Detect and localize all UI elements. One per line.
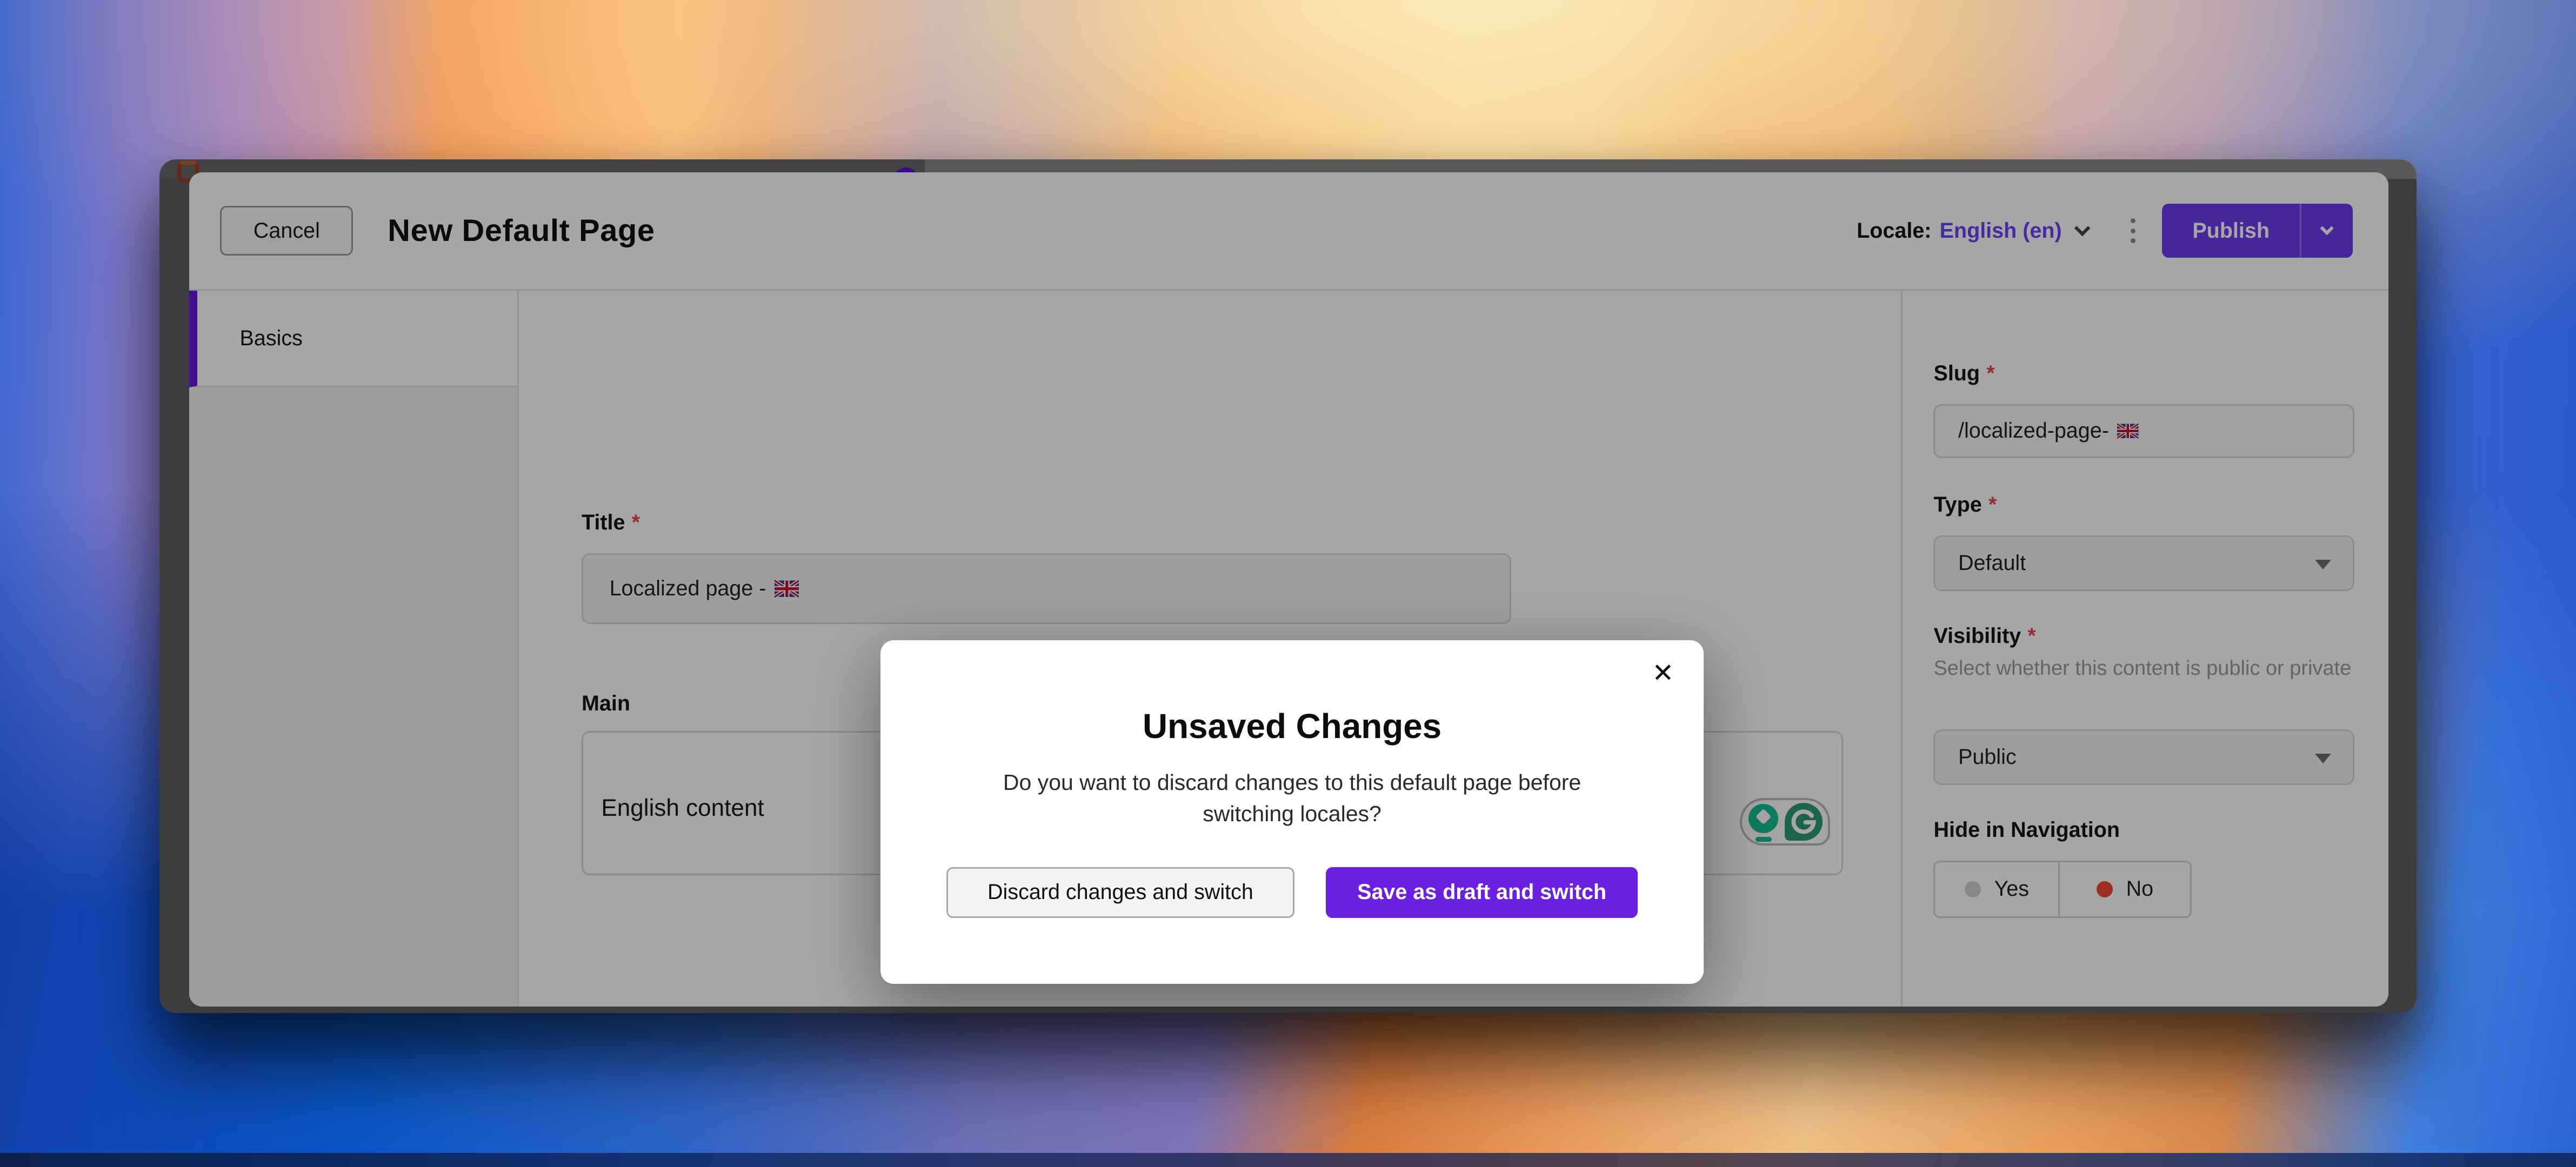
- discard-button[interactable]: Discard changes and switch: [946, 867, 1294, 918]
- modal-actions: Discard changes and switch Save as draft…: [880, 867, 1704, 918]
- desktop: Cancel New Default Page Locale: English …: [0, 0, 2576, 1167]
- modal-title: Unsaved Changes: [880, 706, 1704, 746]
- modal-message: Do you want to discard changes to this d…: [964, 767, 1621, 830]
- close-icon[interactable]: ✕: [1652, 660, 1674, 687]
- save-draft-button[interactable]: Save as draft and switch: [1326, 867, 1638, 918]
- unsaved-changes-dialog: ✕ Unsaved Changes Do you want to discard…: [880, 640, 1704, 983]
- desktop-bottom-strip: [0, 1153, 2576, 1167]
